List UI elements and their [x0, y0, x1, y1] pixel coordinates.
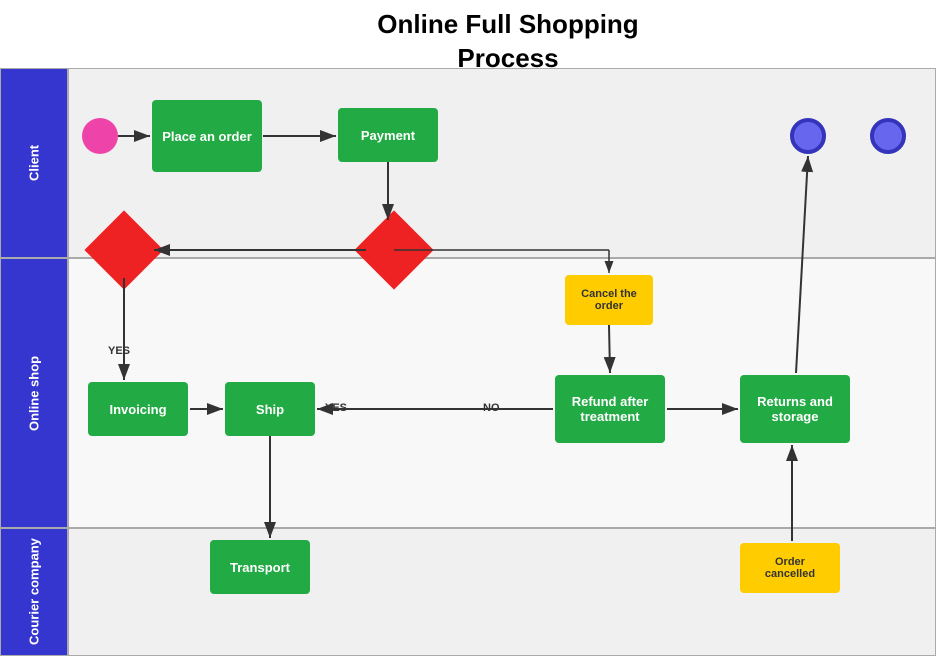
returns-box: Returns andstorage [740, 375, 850, 443]
invoicing-box: Invoicing [88, 382, 188, 436]
swimlane-label-client: Client [0, 68, 68, 258]
refund-box: Refund aftertreatment [555, 375, 665, 443]
yes-label-2: YES [325, 402, 347, 414]
order-cancelled-note: Ordercancelled [740, 543, 840, 593]
payment-box: Payment [338, 108, 438, 162]
diagram-container: Online Full ShoppingProcess Client Onlin… [0, 0, 936, 668]
cancel-order-note: Cancel theorder [565, 275, 653, 325]
transport-box: Transport [210, 540, 310, 594]
swimlane-label-courier: Courier company [0, 528, 68, 656]
start-event [82, 118, 118, 154]
ship-box: Ship [225, 382, 315, 436]
end-event-1 [790, 118, 826, 154]
diagram-title: Online Full ShoppingProcess [80, 0, 936, 76]
no-label: NO [483, 402, 500, 414]
yes-label-1: YES [108, 345, 130, 357]
place-order-box: Place an order [152, 100, 262, 172]
swimlane-label-online: Online shop [0, 258, 68, 528]
end-event-2 [870, 118, 906, 154]
